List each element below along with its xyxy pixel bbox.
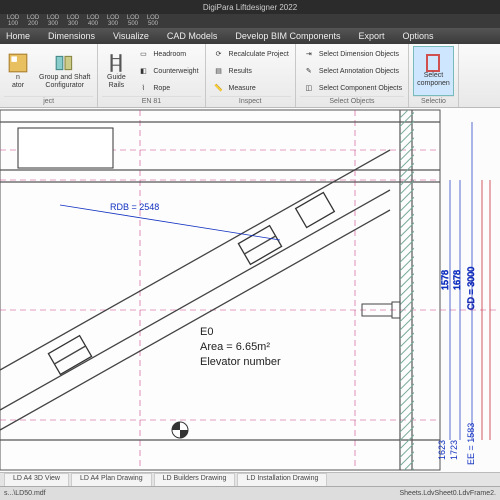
lod-item[interactable]: LOD200: [24, 15, 42, 27]
select-dim-icon: ⇥: [302, 47, 316, 61]
bottom-dimensions[interactable]: 1623 1723 EE = 1583: [437, 423, 476, 465]
select-dimension-button[interactable]: ⇥Select Dimension Objects: [300, 46, 404, 62]
menu-visualize[interactable]: Visualize: [113, 31, 149, 41]
svg-text:1578: 1578: [440, 270, 450, 290]
select-component-obj-button[interactable]: ◫Select Component Objects: [300, 80, 404, 96]
group-shaft-button[interactable]: Group and Shaft Configurator: [36, 46, 93, 96]
rope-icon: ⌇: [136, 81, 150, 95]
guide-rails-button[interactable]: Guide Rails: [102, 46, 130, 96]
menu-home[interactable]: Home: [6, 31, 30, 41]
svg-text:Elevator number: Elevator number: [200, 356, 281, 368]
svg-text:1678: 1678: [452, 270, 462, 290]
target-marker[interactable]: [172, 422, 188, 438]
navigator-icon: [7, 52, 29, 74]
measure-icon: 📏: [212, 81, 226, 95]
ribbon-group-en81: Guide Rails ▭Headroom ◧Counterweight ⌇Ro…: [98, 44, 205, 107]
drawing-canvas[interactable]: RDB = 2548 E0 Area = 6.65m² Elevator num…: [0, 108, 500, 472]
counterweight-icon: ◧: [136, 64, 150, 78]
svg-text:EE = 1583: EE = 1583: [466, 423, 476, 465]
ribbon-group-project: n ator Group and Shaft Configurator ject: [0, 44, 98, 107]
tab-installation-drawing[interactable]: LD Installation Drawing: [237, 473, 327, 486]
ribbon-group-selection: Select componen Selectio: [409, 44, 459, 107]
menu-bar: Home Dimensions Visualize CAD Models Dev…: [0, 28, 500, 44]
rope-button[interactable]: ⌇Rope: [134, 80, 200, 96]
counterweight-button[interactable]: ◧Counterweight: [134, 63, 200, 79]
lod-item[interactable]: LOD300: [104, 15, 122, 27]
menu-bim[interactable]: Develop BIM Components: [235, 31, 340, 41]
svg-text:RDB = 2548: RDB = 2548: [110, 202, 159, 212]
ribbon-group-select-objects: ⇥Select Dimension Objects ✎Select Annota…: [296, 44, 409, 107]
lod-item[interactable]: LOD500: [144, 15, 162, 27]
menu-options[interactable]: Options: [403, 31, 434, 41]
svg-text:CD = 3000: CD = 3000: [466, 267, 476, 310]
menu-dimensions[interactable]: Dimensions: [48, 31, 95, 41]
recalculate-button[interactable]: ⟳Recalculate Project: [210, 46, 291, 62]
headroom-icon: ▭: [136, 47, 150, 61]
select-annotation-button[interactable]: ✎Select Annotation Objects: [300, 63, 404, 79]
lod-item[interactable]: LOD400: [84, 15, 102, 27]
title-bar: DigiPara Liftdesigner 2022: [0, 0, 500, 14]
wall-hatch: [400, 110, 414, 470]
status-file: s...\LD50.mdf: [4, 490, 46, 497]
tab-3d-view[interactable]: LD A4 3D View: [4, 473, 69, 486]
app-title: DigiPara Liftdesigner 2022: [203, 3, 297, 12]
tab-builders-drawing[interactable]: LD Builders Drawing: [154, 473, 236, 486]
ribbon-group-inspect: ⟳Recalculate Project ▤Results 📏Measure I…: [206, 44, 296, 107]
sheet-tabs: LD A4 3D View LD A4 Plan Drawing LD Buil…: [0, 472, 500, 486]
lod-item[interactable]: LOD500: [124, 15, 142, 27]
ribbon: n ator Group and Shaft Configurator ject…: [0, 44, 500, 108]
lod-item[interactable]: LOD300: [44, 15, 62, 27]
svg-text:1623: 1623: [437, 440, 447, 460]
guide-rails-icon: [105, 52, 127, 74]
select-component-button[interactable]: Select componen: [413, 46, 454, 96]
select-rect-icon: [426, 54, 440, 72]
results-icon: ▤: [212, 64, 226, 78]
menu-cad-models[interactable]: CAD Models: [167, 31, 218, 41]
lod-toolbar: LOD100 LOD200 LOD300 LOD300 LOD400 LOD30…: [0, 14, 500, 28]
svg-text:1723: 1723: [449, 440, 459, 460]
svg-text:Area = 6.65m²: Area = 6.65m²: [200, 341, 270, 353]
lod-item[interactable]: LOD300: [64, 15, 82, 27]
right-dimensions[interactable]: 1578 1678 CD = 3000: [440, 122, 490, 440]
measure-button[interactable]: 📏Measure: [210, 80, 291, 96]
headroom-button[interactable]: ▭Headroom: [134, 46, 200, 62]
recalculate-icon: ⟳: [212, 47, 226, 61]
menu-export[interactable]: Export: [358, 31, 384, 41]
configurator-icon: [54, 52, 76, 74]
lod-item[interactable]: LOD100: [4, 15, 22, 27]
status-path: Sheets.LdvSheet0.LdvFrame2.: [399, 490, 496, 497]
status-bar: s...\LD50.mdf Sheets.LdvSheet0.LdvFrame2…: [0, 486, 500, 500]
svg-text:E0: E0: [200, 326, 213, 338]
results-button[interactable]: ▤Results: [210, 63, 291, 79]
navigator-button[interactable]: n ator: [4, 46, 32, 96]
component-block[interactable]: [18, 128, 113, 168]
select-comp-icon: ◫: [302, 81, 316, 95]
tab-plan-drawing[interactable]: LD A4 Plan Drawing: [71, 473, 152, 486]
select-anno-icon: ✎: [302, 64, 316, 78]
